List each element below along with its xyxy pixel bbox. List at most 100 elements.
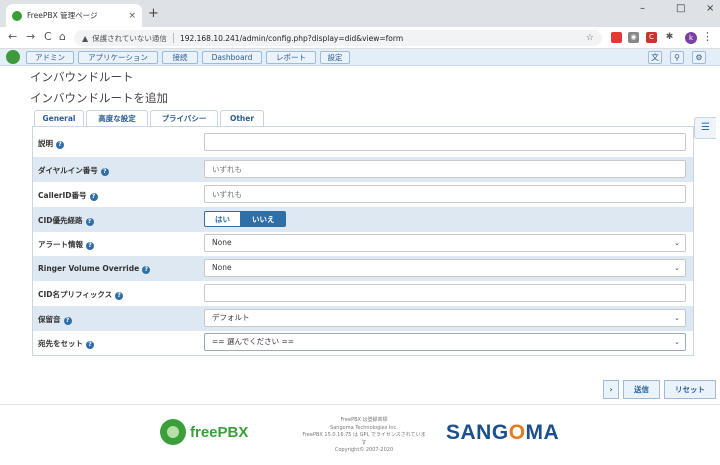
freepbx-top-nav: アドミン アプリケーション 接続 Dashboard レポート 設定 文 ⚲ ⚙ <box>0 49 720 66</box>
tab-privacy[interactable]: プライバシー <box>150 110 218 127</box>
footer-credits: FreePBX は登録商標 Sangoma Technologies Inc. … <box>290 417 438 455</box>
freepbx-logo-icon[interactable] <box>6 50 20 64</box>
menu-applications[interactable]: アプリケーション <box>78 51 158 64</box>
profile-avatar[interactable]: k <box>685 32 697 44</box>
row-alert-info: アラート情報? None ⌄ <box>33 231 693 256</box>
row-music-on-hold: 保留音? デフォルト ⌄ <box>33 306 693 331</box>
help-icon[interactable]: ? <box>89 193 98 201</box>
row-cid-prefix: CID名プリフィックス? <box>33 281 693 306</box>
cid-prefix-label: CID名プリフィックス? <box>38 289 124 300</box>
freepbx-mark-icon <box>160 419 186 445</box>
search-icon[interactable]: ⚲ <box>670 51 684 64</box>
chevron-down-icon: ⌄ <box>674 338 680 346</box>
menu-settings[interactable]: 設定 <box>320 51 350 64</box>
bookmark-star-icon[interactable]: ☆ <box>586 33 594 43</box>
tab-other[interactable]: Other <box>220 110 264 127</box>
gear-icon[interactable]: ⚙ <box>692 51 706 64</box>
chevron-down-icon: ⌄ <box>674 239 680 247</box>
freepbx-wordmark: freePBX <box>190 423 249 441</box>
tab-advanced[interactable]: 高度な設定 <box>86 110 148 127</box>
credit-line: Sangoma Technologies Inc. <box>330 424 398 431</box>
help-icon[interactable]: ? <box>86 341 94 349</box>
description-label: 説明? <box>38 138 64 149</box>
menu-admin[interactable]: アドミン <box>26 51 74 64</box>
browser-menu-icon[interactable]: ⋮ <box>702 30 713 43</box>
chevron-down-icon: ⌄ <box>674 264 680 272</box>
side-panel-icon[interactable]: ☰ <box>694 117 716 139</box>
form-panel: 説明? ダイヤルイン番号? CallerID番号? CID優先経路? はい いい… <box>32 126 694 356</box>
alert-info-select[interactable]: None ⌄ <box>204 234 686 252</box>
cid-priority-toggle: はい いいえ <box>204 211 286 227</box>
help-icon[interactable]: ? <box>100 168 109 176</box>
did-number-input[interactable] <box>204 160 686 178</box>
row-cid-priority: CID優先経路? はい いいえ <box>33 207 693 232</box>
row-description: 説明? <box>33 130 693 155</box>
music-on-hold-select[interactable]: デフォルト ⌄ <box>204 309 686 327</box>
credit-line: Copyright© 2007-2020 <box>334 447 394 453</box>
address-separator <box>172 33 174 43</box>
music-on-hold-label: 保留音? <box>38 314 72 325</box>
menu-dashboard[interactable]: Dashboard <box>202 51 262 64</box>
cid-priority-no[interactable]: いいえ <box>241 211 286 227</box>
page-subtitle: インバウンドルートを追加 <box>30 91 168 105</box>
language-icon[interactable]: 文 <box>648 51 662 64</box>
callerid-number-input[interactable] <box>204 185 686 203</box>
ext-red2-icon[interactable]: C <box>646 32 657 43</box>
freepbx-favicon-icon <box>12 10 22 21</box>
browser-tab[interactable]: FreePBX 管理ページ × <box>6 4 142 27</box>
row-callerid-number: CallerID番号? <box>33 182 693 207</box>
alert-info-label: アラート情報? <box>38 239 94 250</box>
reload-icon[interactable]: C <box>44 30 52 43</box>
expand-actions-button[interactable]: › <box>603 380 619 399</box>
help-icon[interactable]: ? <box>85 218 94 226</box>
back-icon[interactable]: ← <box>8 30 17 43</box>
cid-priority-label: CID優先経路? <box>38 215 94 226</box>
cid-prefix-input[interactable] <box>204 284 686 302</box>
window-close-icon[interactable]: × <box>706 3 714 14</box>
form-actions: › 送信 リセット <box>603 380 716 399</box>
new-tab-icon[interactable]: + <box>148 6 159 21</box>
reset-button[interactable]: リセット <box>664 380 716 399</box>
cid-priority-yes[interactable]: はい <box>204 211 241 227</box>
ext-puzzle-icon[interactable]: ✱ <box>664 32 675 43</box>
row-destination: 宛先をセット? == 選んでください == ⌄ <box>33 330 693 355</box>
home-icon[interactable]: ⌂ <box>59 30 66 43</box>
page-title: インバウンドルート <box>30 70 134 84</box>
menu-reports[interactable]: レポート <box>266 51 316 64</box>
description-input[interactable] <box>204 133 686 151</box>
help-icon[interactable]: ? <box>86 242 94 250</box>
destination-select[interactable]: == 選んでください == ⌄ <box>204 333 686 351</box>
ext-camera-icon[interactable]: ◉ <box>628 32 639 43</box>
tab-close-icon[interactable]: × <box>128 11 136 21</box>
warning-icon: ▲ <box>82 33 89 43</box>
menu-connectivity[interactable]: 接続 <box>162 51 198 64</box>
help-icon[interactable]: ? <box>63 317 72 325</box>
credit-line: FreePBX 15.0.16.75 は GPL でライセンスされていま <box>302 432 426 438</box>
submit-button[interactable]: 送信 <box>623 380 660 399</box>
row-ringer-volume: Ringer Volume Override? None ⌄ <box>33 256 693 281</box>
ringer-volume-label: Ringer Volume Override? <box>38 264 151 274</box>
destination-label: 宛先をセット? <box>38 338 94 349</box>
minimize-icon[interactable]: – <box>640 3 645 14</box>
maximize-icon[interactable]: □ <box>676 3 685 14</box>
browser-toolbar: ← → C ⌂ ▲ 保護されていない通信 192.168.10.241/admi… <box>0 27 720 49</box>
help-icon[interactable]: ? <box>115 292 124 300</box>
credit-line: FreePBX は登録商標 <box>340 417 388 423</box>
did-number-label: ダイヤルイン番号? <box>38 165 109 176</box>
address-bar[interactable]: ▲ 保護されていない通信 192.168.10.241/admin/config… <box>74 30 602 46</box>
browser-tab-strip: FreePBX 管理ページ × + – □ × <box>0 0 720 27</box>
forward-icon[interactable]: → <box>26 30 35 43</box>
callerid-number-label: CallerID番号? <box>38 190 98 201</box>
url-text[interactable]: 192.168.10.241/admin/config.php?display=… <box>180 34 586 43</box>
security-label: 保護されていない通信 <box>92 33 167 43</box>
sangoma-logo[interactable]: SANGOMA <box>446 421 559 445</box>
row-did-number: ダイヤルイン番号? <box>33 157 693 182</box>
help-icon[interactable]: ? <box>142 266 151 274</box>
help-icon[interactable]: ? <box>56 141 64 149</box>
credit-line: す <box>361 439 367 446</box>
browser-tab-title: FreePBX 管理ページ <box>27 11 98 20</box>
freepbx-footer-logo[interactable]: freePBX <box>160 419 248 445</box>
ringer-volume-select[interactable]: None ⌄ <box>204 259 686 277</box>
ext-red-icon[interactable] <box>611 32 622 43</box>
tab-general[interactable]: General <box>34 110 84 127</box>
